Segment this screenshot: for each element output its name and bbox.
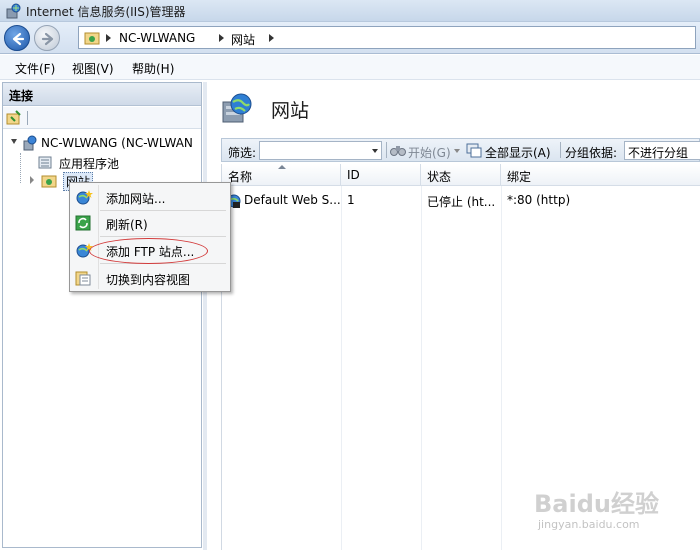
content-view-icon <box>75 271 91 286</box>
add-ftp-site-icon <box>76 243 93 258</box>
forward-button[interactable] <box>34 25 60 51</box>
sites-globe-icon <box>222 93 252 123</box>
tree-guide-line <box>20 153 21 183</box>
menu-view[interactable]: 视图(V) <box>72 60 114 77</box>
context-menu: 添加网站... 刷新(R) 添加 FTP 站点... 切换到内容视图 <box>69 182 231 292</box>
menu-item-refresh[interactable]: 刷新(R) <box>72 211 228 235</box>
show-all-icon[interactable] <box>466 142 482 158</box>
sort-ascending-icon <box>278 165 286 169</box>
connections-title: 连接 <box>9 89 34 103</box>
cell-id: 1 <box>347 193 355 207</box>
column-status-label: 状态 <box>427 170 452 184</box>
start-filter-button[interactable]: 开始(G) <box>408 144 451 161</box>
iis-app-icon <box>6 3 21 19</box>
page-title: 网站 <box>271 100 310 122</box>
connections-toolbar <box>3 107 201 129</box>
column-binding-label: 绑定 <box>507 170 532 184</box>
breadcrumb-separator-icon <box>106 34 111 42</box>
menu-separator <box>100 236 226 237</box>
filter-input[interactable] <box>259 141 382 160</box>
address-bar[interactable]: NC-WLWANG 网站 <box>78 26 696 49</box>
menu-item-switch-to-content-view[interactable]: 切换到内容视图 <box>72 266 228 290</box>
title-bar: Internet 信息服务(IIS)管理器 <box>0 0 700 22</box>
column-name-label: 名称 <box>228 170 253 184</box>
menu-item-label: 刷新(R) <box>106 218 148 232</box>
connections-pane: 连接 NC-WLWANG (NC-WLWAN 应用程序池 <box>2 82 202 548</box>
grid-header: 名称 ID 状态 绑定 <box>222 164 700 186</box>
tree-app-pools-label: 应用程序池 <box>59 157 120 171</box>
toolbar-separator <box>386 142 387 158</box>
arrow-right-icon <box>41 32 54 46</box>
group-by-label: 分组依据: <box>565 146 618 160</box>
menu-separator <box>100 263 226 264</box>
menu-bar: 文件(F) 视图(V) 帮助(H) <box>0 55 700 80</box>
column-id[interactable]: ID <box>341 164 421 186</box>
sites-folder-icon <box>41 175 57 188</box>
column-id-label: ID <box>347 168 360 182</box>
arrow-left-icon <box>12 32 25 46</box>
dropdown-arrow-icon[interactable] <box>372 149 378 153</box>
cell-binding: *:80 (http) <box>507 193 571 207</box>
back-button[interactable] <box>4 25 30 51</box>
app-pool-icon <box>38 156 52 169</box>
cell-status: 已停止 (ht... <box>427 195 496 209</box>
breadcrumb-separator-icon[interactable] <box>269 34 274 42</box>
toolbar-separator <box>27 111 28 125</box>
sites-content-pane: 网站 筛选: 开始(G) 全部显示(A) 分组依据: 不进行分组 名称 ID 状… <box>207 82 700 550</box>
group-by-value: 不进行分组 <box>628 146 689 160</box>
add-website-icon <box>76 190 93 205</box>
cell-name: Default Web S... <box>244 193 340 207</box>
toolbar-separator <box>560 142 561 158</box>
column-divider <box>501 186 502 550</box>
filter-label: 筛选: <box>228 146 257 160</box>
menu-item-label: 添加网站... <box>106 192 166 206</box>
menu-item-add-website[interactable]: 添加网站... <box>72 185 228 209</box>
tree-node-app-pools[interactable]: 应用程序池 <box>27 153 197 171</box>
refresh-icon <box>75 215 91 231</box>
column-divider <box>421 186 422 550</box>
sites-grid: 名称 ID 状态 绑定 Default Web S... 1 已停止 (ht..… <box>221 164 700 550</box>
collapse-arrow-icon[interactable] <box>11 139 17 144</box>
filter-toolbar: 筛选: 开始(G) 全部显示(A) 分组依据: 不进行分组 <box>221 138 700 162</box>
tree-server-label: NC-WLWANG (NC-WLWAN <box>41 136 193 150</box>
window-title: Internet 信息服务(IIS)管理器 <box>26 5 186 19</box>
connections-header: 连接 <box>3 83 201 106</box>
server-icon <box>23 135 37 151</box>
binoculars-icon[interactable] <box>390 142 406 158</box>
menu-item-add-ftp-site[interactable]: 添加 FTP 站点... <box>72 238 228 262</box>
column-status[interactable]: 状态 <box>421 164 501 186</box>
expand-arrow-icon[interactable] <box>30 176 34 184</box>
menu-file[interactable]: 文件(F) <box>15 60 55 77</box>
breadcrumb-server[interactable]: NC-WLWANG <box>119 31 195 45</box>
breadcrumb-separator-icon <box>219 34 224 42</box>
create-connection-icon[interactable] <box>6 110 22 126</box>
iis-manager-window: Internet 信息服务(IIS)管理器 NC-WLWANG 网站 文件(F)… <box>0 0 700 550</box>
menu-item-label: 添加 FTP 站点... <box>106 245 195 259</box>
tree-node-server[interactable]: NC-WLWANG (NC-WLWAN <box>9 134 201 152</box>
menu-help[interactable]: 帮助(H) <box>132 60 174 77</box>
menu-item-label: 切换到内容视图 <box>106 273 191 287</box>
column-binding[interactable]: 绑定 <box>501 164 700 186</box>
column-name[interactable]: 名称 <box>222 164 341 186</box>
start-dropdown-arrow-icon[interactable] <box>454 149 460 153</box>
folder-globe-icon <box>84 32 100 45</box>
group-by-select[interactable]: 不进行分组 <box>624 141 700 160</box>
address-row: NC-WLWANG 网站 <box>0 22 700 54</box>
column-divider <box>341 186 342 550</box>
breadcrumb-sites[interactable]: 网站 <box>231 31 255 48</box>
show-all-button[interactable]: 全部显示(A) <box>485 144 551 161</box>
